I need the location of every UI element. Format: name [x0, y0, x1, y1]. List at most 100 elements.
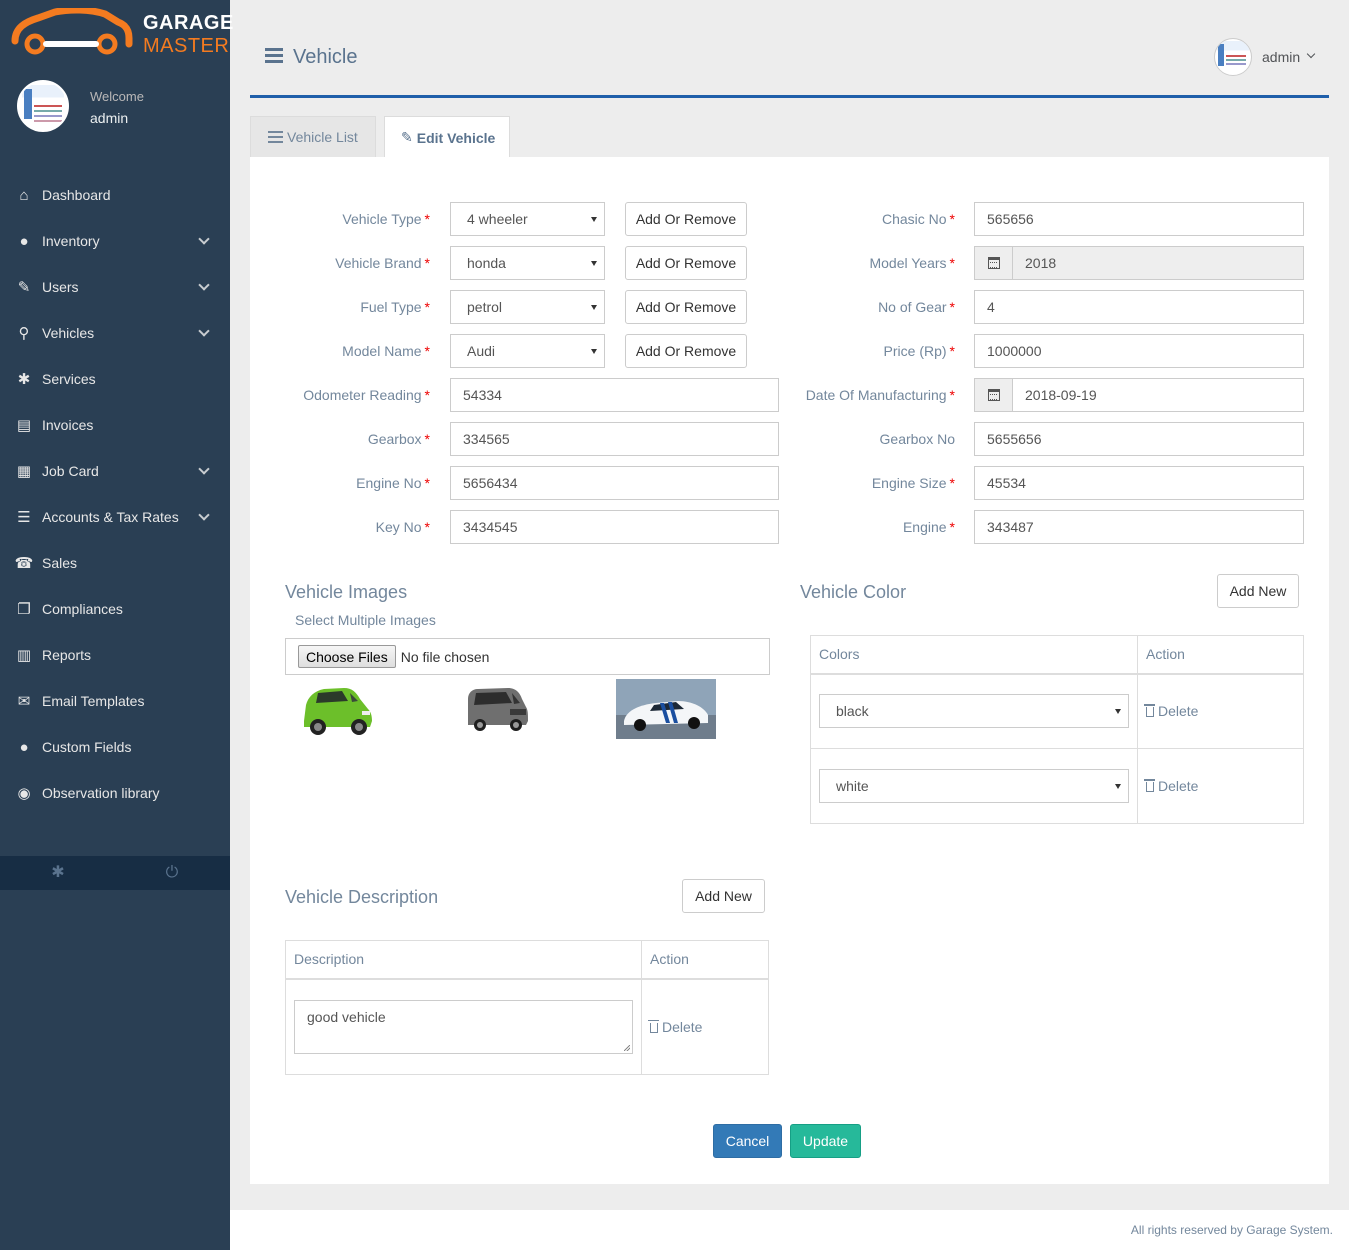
key-no-input[interactable]: 3434545: [450, 510, 779, 544]
odometer-label: Odometer Reading *: [303, 387, 430, 403]
sidebar: GARAGE MASTER Welcome admin ⌂ Dashboard ● I…: [0, 0, 233, 1250]
tab-vehicle-list[interactable]: Vehicle List: [250, 116, 376, 157]
date-of-manufacturing-input[interactable]: 2018-09-19: [1012, 378, 1304, 412]
sidebar-item-dashboard[interactable]: ⌂ Dashboard: [0, 172, 230, 218]
sidebar-item-label: Custom Fields: [42, 739, 132, 755]
copy-icon: ❐: [17, 601, 31, 618]
no-of-gear-label: No of Gear *: [878, 299, 955, 315]
engine-input[interactable]: 343487: [974, 510, 1304, 544]
gearbox-no-input[interactable]: 5655656: [974, 422, 1304, 456]
home-icon: ⌂: [19, 186, 29, 204]
edit-icon: ✎: [17, 279, 31, 296]
sidebar-item-label: Vehicles: [42, 325, 95, 341]
vehicle-type-select[interactable]: 4 wheeler: [450, 202, 605, 236]
trash-icon: [1144, 704, 1155, 718]
header-avatar[interactable]: [1214, 38, 1252, 76]
delete-description-button[interactable]: Delete: [648, 1019, 760, 1035]
table-row: good vehicle Delete: [285, 978, 769, 1075]
date-of-manufacturing-label: Date Of Manufacturing *: [805, 387, 955, 403]
motorcycle-icon: ⚲: [18, 325, 30, 342]
cancel-button[interactable]: Cancel: [713, 1124, 782, 1158]
footer-copyright: All rights reserved by Garage System.: [1130, 1223, 1333, 1237]
sidebar-item-users[interactable]: ✎ Users: [0, 264, 230, 310]
sidebar-item-label: Dashboard: [42, 187, 111, 203]
choose-files-button[interactable]: Choose Files: [298, 645, 396, 668]
welcome-username: admin: [90, 110, 129, 126]
file-text-icon: ▤: [16, 417, 32, 434]
color-select[interactable]: black: [819, 694, 1129, 729]
sidebar-item-compliances[interactable]: ❐ Compliances: [0, 586, 230, 632]
odometer-input[interactable]: 54334: [450, 378, 779, 412]
welcome-text: Welcome: [90, 89, 144, 104]
vehicle-type-add-remove-button[interactable]: Add Or Remove: [625, 202, 747, 236]
vehicle-thumbnail-green-car[interactable]: [296, 679, 376, 739]
engine-size-input[interactable]: 45534: [974, 466, 1304, 500]
vehicle-brand-add-remove-button[interactable]: Add Or Remove: [625, 246, 747, 280]
brand-logo[interactable]: GARAGE MASTER: [10, 6, 233, 63]
logout-power-icon[interactable]: ⏻: [163, 864, 181, 882]
vehicle-type-label: Vehicle Type *: [342, 211, 430, 227]
sidebar-item-reports[interactable]: ▥ Reports: [0, 632, 230, 678]
chevron-down-icon: [198, 463, 210, 475]
fuel-type-select[interactable]: petrol: [450, 290, 605, 324]
sidebar-item-sales[interactable]: ☎ Sales: [0, 540, 230, 586]
add-description-button[interactable]: Add New: [682, 879, 765, 913]
fuel-type-add-remove-button[interactable]: Add Or Remove: [625, 290, 747, 324]
user-dropdown-chevron-icon[interactable]: [1306, 49, 1316, 59]
header-username[interactable]: admin: [1262, 49, 1300, 65]
vehicle-thumbnail-grey-van[interactable]: [462, 683, 532, 735]
sidebar-item-invoices[interactable]: ▤ Invoices: [0, 402, 230, 448]
color-action-header: Action: [1137, 635, 1304, 675]
engine-no-input[interactable]: 5656434: [450, 466, 779, 500]
user-icon: ●: [19, 738, 29, 756]
top-navbar: Vehicle admin: [250, 20, 1329, 98]
description-textarea[interactable]: good vehicle: [294, 999, 633, 1054]
vehicle-color-title: Vehicle Color: [800, 582, 907, 602]
price-input[interactable]: 1000000: [974, 334, 1304, 368]
chasic-no-input[interactable]: 565656: [974, 202, 1304, 236]
sidebar-item-email-templates[interactable]: ✉ Email Templates: [0, 678, 230, 724]
brand-line2: MASTER: [143, 35, 230, 57]
envelope-icon: ✉: [17, 693, 31, 710]
delete-color-button[interactable]: Delete: [1144, 703, 1295, 719]
sidebar-item-vehicles[interactable]: ⚲ Vehicles: [0, 310, 230, 356]
sidebar-item-observation-library[interactable]: ◉ Observation library: [0, 770, 230, 816]
sidebar-item-label: Job Card: [42, 463, 99, 479]
sidebar-item-custom-fields[interactable]: ● Custom Fields: [0, 724, 230, 770]
table-icon: ▦: [16, 463, 32, 480]
vehicle-brand-select[interactable]: honda: [450, 246, 605, 280]
color-select[interactable]: white: [819, 769, 1129, 803]
user-icon: ●: [19, 232, 29, 250]
tasks-icon: ☰: [17, 509, 31, 526]
sidebar-item-job-card[interactable]: ▦ Job Card: [0, 448, 230, 494]
vehicle-brand-label: Vehicle Brand *: [335, 255, 430, 271]
model-years-input[interactable]: 2018: [1012, 246, 1304, 280]
engine-label: Engine *: [902, 519, 955, 535]
gearbox-input[interactable]: 334565: [450, 422, 779, 456]
tab-edit-vehicle-label: Edit Vehicle: [416, 129, 496, 146]
vehicle-images-file-input[interactable]: Choose Files No file chosen: [285, 638, 770, 675]
add-color-button[interactable]: Add New: [1217, 574, 1299, 608]
manufacturing-date-calendar-addon[interactable]: [974, 378, 1013, 412]
model-years-calendar-addon[interactable]: [974, 246, 1013, 280]
sidebar-item-accounts-tax-rates[interactable]: ☰ Accounts & Tax Rates: [0, 494, 230, 540]
model-name-select[interactable]: Audi: [450, 334, 605, 368]
chevron-down-icon: [198, 325, 210, 337]
key-no-label: Key No *: [375, 519, 430, 535]
vehicle-thumbnail-white-sports-car[interactable]: [616, 679, 716, 739]
sidebar-item-services[interactable]: ✱ Services: [0, 356, 230, 402]
gearbox-no-label: Gearbox No: [879, 431, 955, 447]
no-of-gear-input[interactable]: 4: [974, 290, 1304, 324]
delete-color-button[interactable]: Delete: [1144, 778, 1295, 794]
sidebar-menu: ⌂ Dashboard ● Inventory ✎ Users ⚲ Vehicles ✱ Serv…: [0, 172, 230, 816]
menu-toggle-icon[interactable]: [265, 48, 283, 63]
sidebar-item-label: Reports: [42, 647, 92, 663]
update-button[interactable]: Update: [790, 1124, 861, 1158]
sidebar-item-inventory[interactable]: ● Inventory: [0, 218, 230, 264]
tab-edit-vehicle[interactable]: ✎ Edit Vehicle: [384, 116, 510, 158]
table-row: black Delete: [810, 673, 1304, 749]
settings-gear-icon[interactable]: ✱: [49, 864, 67, 882]
page-footer: All rights reserved by Garage System.: [230, 1210, 1349, 1250]
model-name-add-remove-button[interactable]: Add Or Remove: [625, 334, 747, 368]
edit-icon: ✎: [401, 129, 413, 145]
